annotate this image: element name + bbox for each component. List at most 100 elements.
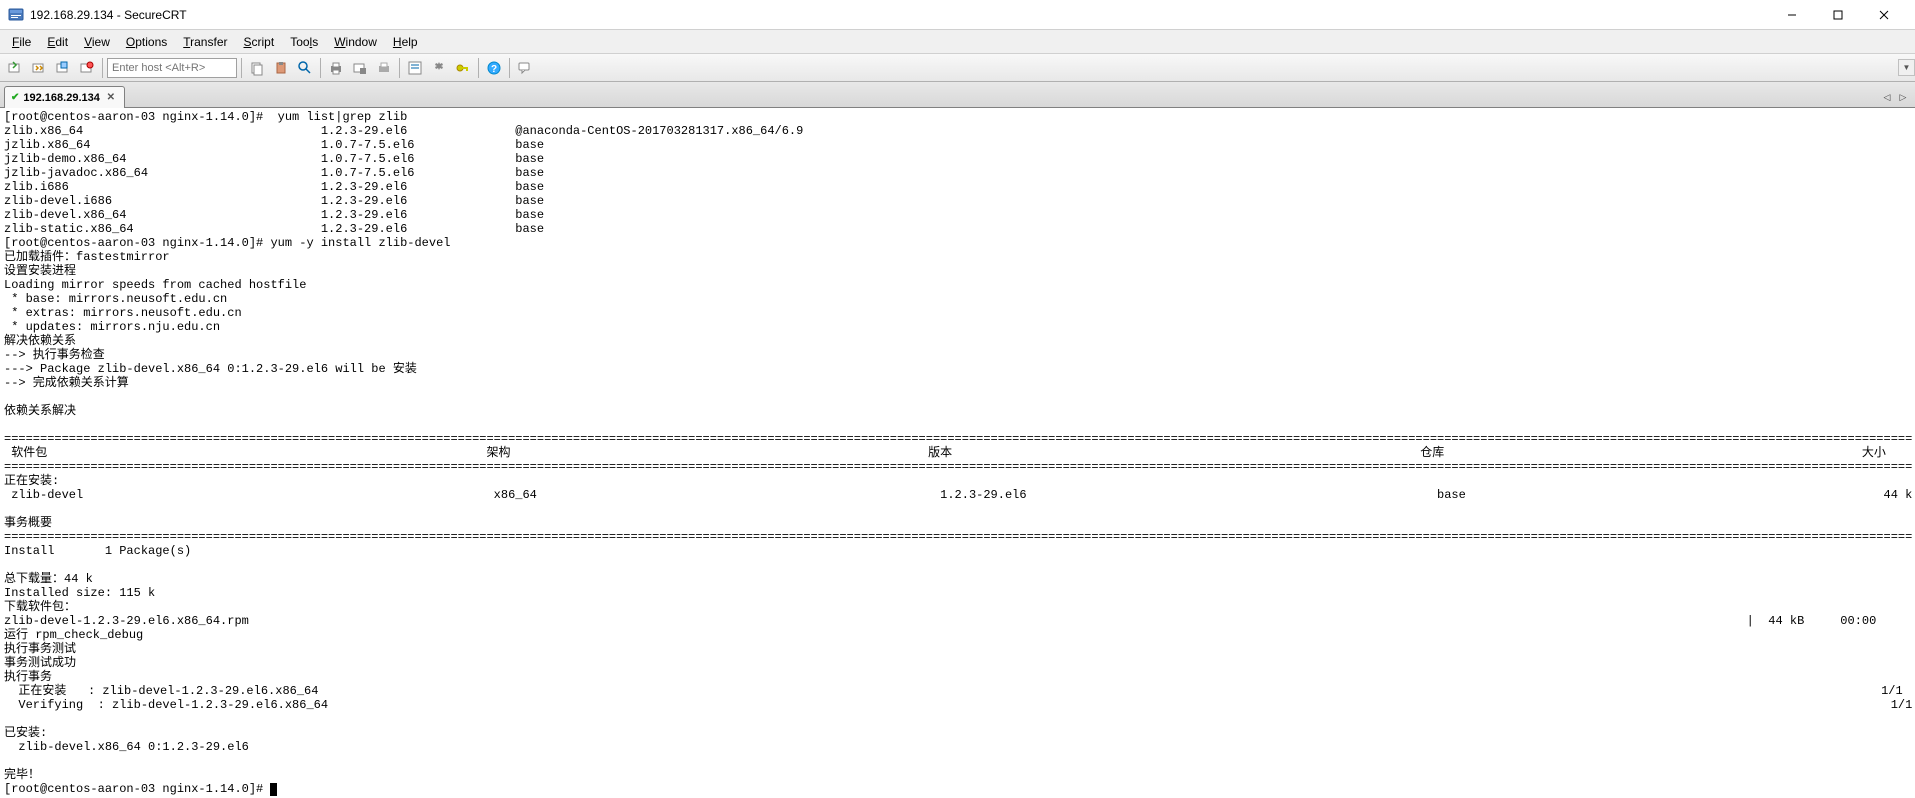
host-input[interactable] [107,58,237,78]
terminal-line: 设置安装进程 [4,264,1911,278]
terminal-line: zlib-devel x86_64 1.2.3-29.el6 ba [4,488,1911,502]
print-screen-icon[interactable] [349,57,371,79]
tab-nav: ◁ ▷ [1879,87,1911,107]
toolbar-separator [509,58,510,78]
window-title: 192.168.29.134 - SecureCRT [30,8,1769,22]
menu-window[interactable]: Window [326,33,385,51]
paste-icon[interactable] [270,57,292,79]
terminal-line: zlib-devel-1.2.3-29.el6.x86_64.rpm [4,614,1911,628]
help-icon[interactable]: ? [483,57,505,79]
terminal-line [4,754,1911,768]
terminal-line: jzlib.x86_64 1.0.7-7.5.el6 base [4,138,1911,152]
tab-prev-button[interactable]: ◁ [1879,87,1895,107]
properties-icon[interactable] [404,57,426,79]
menu-transfer[interactable]: Transfer [175,33,235,51]
terminal-line: 下载软件包： [4,600,1911,614]
tab-next-button[interactable]: ▷ [1895,87,1911,107]
terminal-line: zlib.x86_64 1.2.3-29.el6 @anaconda-CentO… [4,124,1911,138]
menu-view[interactable]: View [76,33,118,51]
menubar: File Edit View Options Transfer Script T… [0,30,1915,54]
close-button[interactable] [1861,0,1907,30]
terminal-line: * updates: mirrors.nju.edu.cn [4,320,1911,334]
terminal-line: Verifying : zlib-devel-1.2.3-29.el6.x86_… [4,698,1911,712]
cursor [270,783,277,796]
terminal-line [4,502,1911,516]
terminal-line: 执行事务测试 [4,642,1911,656]
terminal-line: [root@centos-aaron-03 nginx-1.14.0]# yum… [4,236,1911,250]
terminal-line: zlib-devel.x86_64 1.2.3-29.el6 base [4,208,1911,222]
terminal-line: zlib-static.x86_64 1.2.3-29.el6 base [4,222,1911,236]
terminal-line: 依赖关系解决 [4,404,1911,418]
chat-icon[interactable] [514,57,536,79]
terminal-line: 执行事务 [4,670,1911,684]
terminal-line: [root@centos-aaron-03 nginx-1.14.0]# yum… [4,110,1911,124]
print-icon[interactable] [325,57,347,79]
toolbar-separator [320,58,321,78]
minimize-button[interactable] [1769,0,1815,30]
terminal-line: ---> Package zlib-devel.x86_64 0:1.2.3-2… [4,362,1911,376]
svg-text:?: ? [491,64,497,75]
find-icon[interactable] [294,57,316,79]
terminal-line: jzlib-demo.x86_64 1.0.7-7.5.el6 base [4,152,1911,166]
connect-icon[interactable] [4,57,26,79]
toolbar: ? ▼ [0,54,1915,82]
terminal-line [4,390,1911,404]
print-selection-icon[interactable] [373,57,395,79]
terminal-line: 已安装: [4,726,1911,740]
terminal-line [4,558,1911,572]
terminal-line: 解决依赖关系 [4,334,1911,348]
app-icon [8,7,24,23]
menu-edit[interactable]: Edit [39,33,76,51]
terminal-line: ========================================… [4,432,1911,446]
toolbar-scroll-down[interactable]: ▼ [1898,59,1915,76]
terminal-line: zlib-devel.x86_64 0:1.2.3-29.el6 [4,740,1911,754]
terminal-line: 正在安装 : zlib-devel-1.2.3-29.el6.x86_64 [4,684,1911,698]
terminal[interactable]: [root@centos-aaron-03 nginx-1.14.0]# yum… [0,108,1915,798]
check-icon: ✔ [11,92,19,103]
reconnect-icon[interactable] [76,57,98,79]
menu-script[interactable]: Script [236,33,283,51]
terminal-line: 正在安装: [4,474,1911,488]
menu-help[interactable]: Help [385,33,426,51]
connect-sftp-icon[interactable] [52,57,74,79]
terminal-line: --> 执行事务检查 [4,348,1911,362]
terminal-line [4,418,1911,432]
tab-label: 192.168.29.134 [23,92,99,104]
terminal-line: jzlib-javadoc.x86_64 1.0.7-7.5.el6 base [4,166,1911,180]
terminal-line: ========================================… [4,460,1911,474]
terminal-line: ========================================… [4,530,1911,544]
terminal-line: * base: mirrors.neusoft.edu.cn [4,292,1911,306]
terminal-line: 运行 rpm_check_debug [4,628,1911,642]
toolbar-separator [241,58,242,78]
key-icon[interactable] [452,57,474,79]
terminal-line: zlib.i686 1.2.3-29.el6 base [4,180,1911,194]
copy-icon[interactable] [246,57,268,79]
tab-close-button[interactable]: ✕ [104,91,118,105]
settings-icon[interactable] [428,57,450,79]
terminal-line: 软件包 架构 版本 仓库 [4,446,1911,460]
window-controls [1769,0,1907,30]
terminal-line: [root@centos-aaron-03 nginx-1.14.0]# [4,782,1911,796]
terminal-line [4,712,1911,726]
menu-file[interactable]: File [4,33,39,51]
tabbar: ✔ 192.168.29.134 ✕ ◁ ▷ [0,82,1915,108]
terminal-line: --> 完成依赖关系计算 [4,376,1911,390]
terminal-line: 完毕！ [4,768,1911,782]
terminal-line: 事务测试成功 [4,656,1911,670]
terminal-line: Loading mirror speeds from cached hostfi… [4,278,1911,292]
terminal-line: 事务概要 [4,516,1911,530]
terminal-line: Install 1 Package(s) [4,544,1911,558]
terminal-line: zlib-devel.i686 1.2.3-29.el6 base [4,194,1911,208]
terminal-line: * extras: mirrors.neusoft.edu.cn [4,306,1911,320]
toolbar-separator [399,58,400,78]
menu-tools[interactable]: Tools [282,33,326,51]
session-tab[interactable]: ✔ 192.168.29.134 ✕ [4,86,125,108]
maximize-button[interactable] [1815,0,1861,30]
toolbar-separator [102,58,103,78]
terminal-line: Installed size: 115 k [4,586,1911,600]
titlebar: 192.168.29.134 - SecureCRT [0,0,1915,30]
terminal-line: 总下载量：44 k [4,572,1911,586]
quick-connect-icon[interactable] [28,57,50,79]
menu-options[interactable]: Options [118,33,175,51]
toolbar-separator [478,58,479,78]
